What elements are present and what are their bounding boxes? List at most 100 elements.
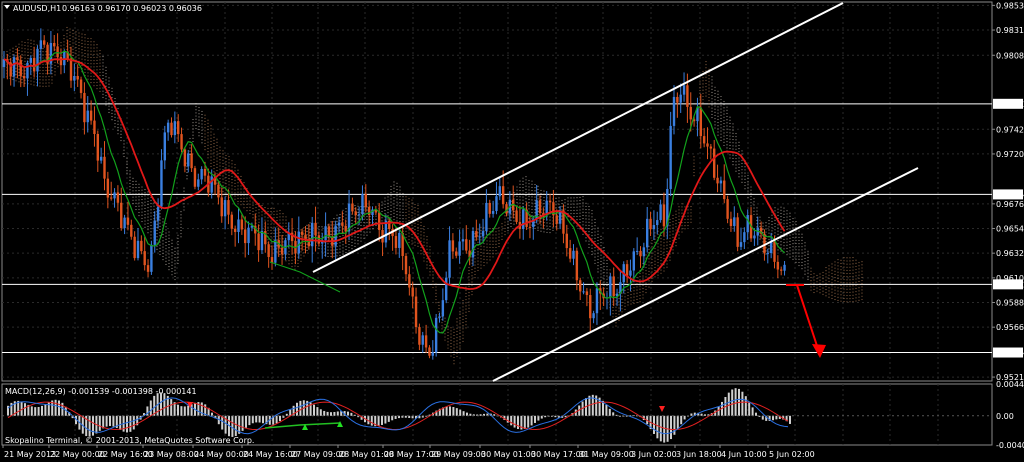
cloud-dot <box>225 158 227 160</box>
y-axis-tick-label: 0.95660 <box>996 323 1024 332</box>
cloud-dot <box>645 273 647 275</box>
cloud-dot <box>762 225 764 227</box>
candle-body <box>753 235 756 239</box>
cloud-dot <box>240 197 242 200</box>
cloud-dot <box>96 44 98 46</box>
cloud-dot <box>825 289 827 291</box>
cloud-dot <box>339 251 341 253</box>
cloud-dot <box>279 247 281 249</box>
cloud-dot <box>135 209 137 211</box>
cloud-dot <box>273 223 275 225</box>
cloud-dot <box>606 272 608 274</box>
cloud-dot <box>699 89 701 92</box>
candle-body <box>160 160 163 207</box>
cloud-dot <box>588 212 590 214</box>
cloud-dot <box>849 276 851 278</box>
cloud-dot <box>798 249 800 251</box>
cloud-dot <box>780 222 782 224</box>
cloud-dot <box>648 270 650 272</box>
cloud-dot <box>393 219 395 221</box>
cloud-dot <box>714 99 716 101</box>
cloud-dot <box>525 188 527 190</box>
cloud-dot <box>600 245 602 247</box>
cloud-dot <box>621 295 623 297</box>
macd-bar <box>381 415 383 425</box>
candle-body <box>411 287 414 297</box>
cloud-dot <box>480 264 482 266</box>
cloud-dot <box>270 207 272 210</box>
candle-body <box>327 226 331 237</box>
cloud-dot <box>459 326 461 328</box>
macd-bar <box>323 410 326 416</box>
cloud-dot <box>75 50 77 52</box>
candle-body <box>495 196 498 212</box>
cloud-dot <box>678 218 680 220</box>
cloud-dot <box>507 220 509 222</box>
cloud-dot <box>351 229 353 231</box>
cloud-dot <box>444 333 446 335</box>
cloud-dot <box>564 199 566 201</box>
cloud-dot <box>75 31 77 33</box>
cloud-dot <box>222 156 224 158</box>
candle-body <box>257 233 260 251</box>
cloud-dot <box>627 298 629 300</box>
cloud-dot <box>795 230 797 232</box>
cloud-dot <box>612 313 614 315</box>
macd-bar <box>319 409 322 416</box>
cloud-dot <box>267 229 269 231</box>
cloud-dot <box>456 327 458 329</box>
x-axis-tick-label: 27 May 09:00 <box>291 450 346 459</box>
cloud-dot <box>162 218 164 220</box>
macd-bar <box>391 415 394 421</box>
cloud-dot <box>177 240 179 243</box>
cloud-dot <box>393 200 395 202</box>
y-axis-tick-label: 0.96320 <box>996 249 1024 258</box>
cloud-dot <box>30 77 32 79</box>
cloud-dot <box>549 222 551 224</box>
candle-body <box>341 222 344 226</box>
cloud-dot <box>480 233 482 235</box>
cloud-dot <box>213 158 215 160</box>
cloud-dot <box>585 209 587 211</box>
cloud-dot <box>168 231 170 233</box>
cloud-dot <box>327 224 329 226</box>
cloud-dot <box>774 229 776 231</box>
cloud-dot <box>171 255 173 257</box>
cloud-dot <box>519 193 521 195</box>
cloud-dot <box>24 48 26 50</box>
cloud-dot <box>399 214 401 216</box>
cloud-dot <box>528 205 530 207</box>
cloud-dot <box>660 256 662 259</box>
cloud-dot <box>390 207 392 209</box>
candle-body <box>548 200 552 203</box>
cloud-dot <box>405 233 407 236</box>
cloud-dot <box>567 203 569 205</box>
cloud-dot <box>453 338 455 340</box>
cloud-dot <box>138 211 140 214</box>
cloud-dot <box>399 195 401 197</box>
candle-body <box>783 264 786 271</box>
cloud-dot <box>240 175 242 178</box>
cloud-dot <box>759 235 761 237</box>
cloud-dot <box>570 206 572 208</box>
cloud-dot <box>102 59 104 61</box>
cloud-dot <box>405 237 407 239</box>
cloud-dot <box>387 205 389 207</box>
cloud-dot <box>735 164 737 166</box>
cloud-dot <box>783 248 785 250</box>
cloud-dot <box>534 187 536 189</box>
candle-body <box>364 194 367 207</box>
cloud-dot <box>600 242 602 244</box>
cloud-dot <box>144 211 146 213</box>
cloud-dot <box>633 302 635 304</box>
cloud-dot <box>72 29 74 32</box>
cloud-dot <box>201 123 203 125</box>
cloud-dot <box>405 211 407 214</box>
candle-body <box>274 239 277 263</box>
cloud-dot <box>789 250 791 252</box>
cloud-dot <box>162 252 164 254</box>
cloud-dot <box>411 205 413 207</box>
candle-body <box>445 277 448 301</box>
cloud-dot <box>489 228 491 230</box>
cloud-dot <box>84 37 86 39</box>
